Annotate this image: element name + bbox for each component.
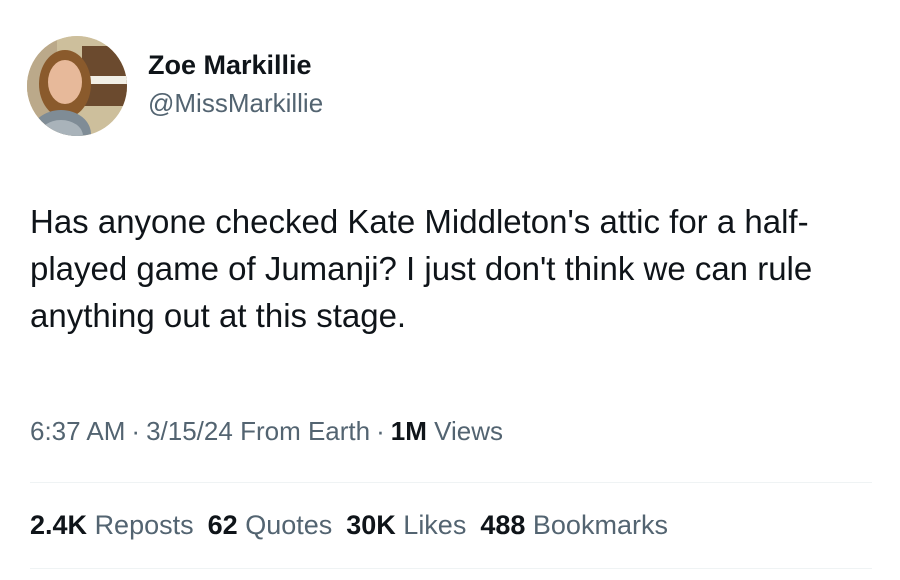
display-name[interactable]: Zoe Markillie [148, 48, 323, 82]
divider [30, 482, 872, 483]
divider [30, 568, 872, 569]
views-label: Views [434, 416, 504, 446]
bookmarks-label: Bookmarks [532, 510, 668, 540]
quotes-label: Quotes [245, 510, 333, 540]
reposts-label: Reposts [94, 510, 194, 540]
views-count: 1M [390, 416, 427, 446]
bookmarks-count: 488 [480, 510, 526, 540]
likes-label: Likes [403, 510, 467, 540]
likes-stat[interactable]: 30K Likes [346, 510, 466, 540]
avatar[interactable] [27, 36, 127, 136]
meta-separator: · [131, 416, 141, 446]
tweet-source: From Earth [240, 416, 371, 446]
bookmarks-stat[interactable]: 488 Bookmarks [480, 510, 668, 540]
engagement-stats: 2.4K Reposts 62 Quotes 30K Likes 488 Bookma… [30, 508, 682, 542]
tweet-card: Zoe Markillie @MissMarkillie Has anyone … [0, 0, 900, 580]
meta-separator: · [376, 416, 385, 446]
author-block: Zoe Markillie @MissMarkillie [148, 48, 323, 120]
reposts-count: 2.4K [30, 510, 88, 540]
user-handle[interactable]: @MissMarkillie [148, 86, 323, 120]
tweet-text: Has anyone checked Kate Middleton's atti… [30, 203, 813, 334]
quotes-count: 62 [207, 510, 238, 540]
likes-count: 30K [346, 510, 396, 540]
tweet-date[interactable]: 3/15/24 [146, 416, 233, 446]
avatar-photo [27, 36, 127, 136]
tweet-meta: 6:37 AM · 3/15/24 From Earth · 1M Views [30, 414, 503, 448]
quotes-stat[interactable]: 62 Quotes [208, 510, 333, 540]
tweet-time[interactable]: 6:37 AM [30, 416, 125, 446]
reposts-stat[interactable]: 2.4K Reposts [30, 510, 194, 540]
